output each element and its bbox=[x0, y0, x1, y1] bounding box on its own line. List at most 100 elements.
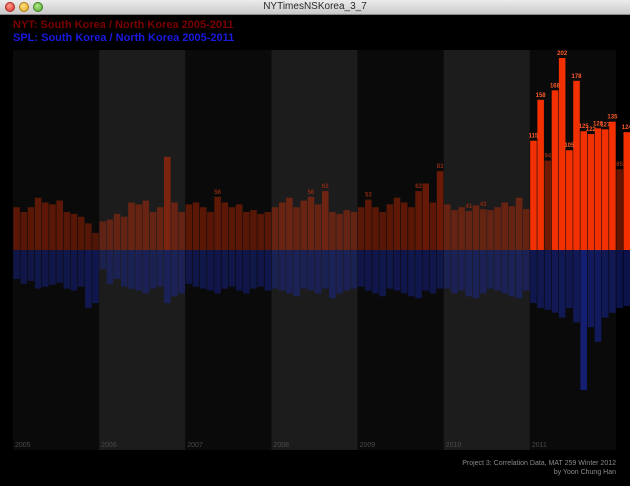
spl-bar[interactable] bbox=[264, 250, 272, 291]
nyt-bar[interactable] bbox=[264, 211, 272, 250]
spl-bar[interactable] bbox=[408, 250, 415, 297]
nyt-bar[interactable] bbox=[20, 211, 28, 250]
spl-bar[interactable] bbox=[365, 250, 372, 291]
spl-bar[interactable] bbox=[436, 250, 444, 289]
spl-bar[interactable] bbox=[587, 250, 595, 328]
spl-bar[interactable] bbox=[558, 250, 566, 318]
spl-bar[interactable] bbox=[34, 250, 42, 289]
spl-bar[interactable] bbox=[56, 250, 63, 283]
nyt-bar[interactable] bbox=[192, 202, 200, 250]
window-titlebar[interactable]: NYTimesNSKorea_3_7 bbox=[0, 0, 630, 15]
nyt-bar[interactable] bbox=[13, 207, 20, 250]
nyt-bar[interactable] bbox=[594, 128, 602, 250]
spl-bar[interactable] bbox=[128, 250, 135, 289]
spl-bar[interactable] bbox=[522, 250, 530, 291]
nyt-bar[interactable] bbox=[42, 202, 49, 250]
spl-bar[interactable] bbox=[314, 250, 322, 294]
nyt-bar[interactable] bbox=[106, 219, 114, 250]
nyt-bar[interactable] bbox=[250, 210, 257, 250]
spl-bar[interactable] bbox=[106, 250, 114, 284]
nyt-bar[interactable] bbox=[386, 204, 394, 250]
spl-bar[interactable] bbox=[544, 250, 552, 310]
nyt-bar[interactable] bbox=[207, 211, 214, 250]
spl-bar[interactable] bbox=[49, 250, 56, 285]
nyt-bar[interactable] bbox=[422, 183, 430, 250]
spl-bar[interactable] bbox=[357, 250, 365, 287]
nyt-bar[interactable] bbox=[408, 207, 415, 250]
nyt-bar[interactable] bbox=[214, 196, 221, 250]
nyt-bar[interactable] bbox=[77, 216, 85, 250]
nyt-bar[interactable] bbox=[271, 207, 279, 250]
nyt-bar[interactable] bbox=[465, 211, 473, 250]
nyt-bar[interactable] bbox=[149, 211, 157, 250]
spl-bar[interactable] bbox=[300, 250, 308, 289]
nyt-bar[interactable] bbox=[135, 204, 142, 250]
spl-bar[interactable] bbox=[386, 250, 394, 289]
nyt-bar[interactable] bbox=[113, 213, 121, 250]
spl-bar[interactable] bbox=[623, 250, 630, 306]
spl-bar[interactable] bbox=[372, 250, 379, 294]
nyt-bar[interactable] bbox=[530, 140, 537, 250]
spl-bar[interactable] bbox=[257, 250, 264, 287]
nyt-bar[interactable] bbox=[199, 207, 207, 250]
spl-bar[interactable] bbox=[92, 250, 99, 304]
spl-bar[interactable] bbox=[99, 250, 107, 270]
spl-bar[interactable] bbox=[444, 250, 451, 289]
spl-bar[interactable] bbox=[329, 250, 336, 299]
nyt-bar[interactable] bbox=[49, 204, 56, 250]
nyt-bar[interactable] bbox=[372, 207, 379, 250]
nyt-bar[interactable] bbox=[278, 202, 286, 250]
nyt-bar[interactable] bbox=[99, 221, 107, 250]
spl-bar[interactable] bbox=[199, 250, 207, 289]
spl-bar[interactable] bbox=[429, 250, 437, 294]
nyt-bar[interactable] bbox=[336, 213, 343, 250]
spl-bar[interactable] bbox=[113, 250, 121, 279]
nyt-bar[interactable] bbox=[537, 99, 544, 251]
nyt-bar[interactable] bbox=[487, 210, 494, 250]
nyt-bar[interactable] bbox=[601, 129, 609, 250]
spl-bar[interactable] bbox=[307, 250, 315, 291]
spl-bar[interactable] bbox=[77, 250, 85, 287]
spl-bar[interactable] bbox=[214, 250, 221, 294]
spl-bar[interactable] bbox=[472, 250, 480, 299]
nyt-bar[interactable] bbox=[566, 150, 573, 250]
nyt-bar[interactable] bbox=[92, 232, 99, 250]
nyt-bar[interactable] bbox=[228, 207, 236, 250]
spl-bar[interactable] bbox=[479, 250, 487, 294]
nyt-bar[interactable] bbox=[393, 197, 401, 250]
nyt-bar[interactable] bbox=[120, 216, 128, 250]
spl-bar[interactable] bbox=[156, 250, 164, 287]
nyt-bar[interactable] bbox=[400, 202, 408, 250]
nyt-bar[interactable] bbox=[515, 197, 523, 250]
nyt-bar[interactable] bbox=[343, 210, 351, 250]
spl-bar[interactable] bbox=[494, 250, 501, 291]
spl-bar[interactable] bbox=[20, 250, 28, 284]
nyt-bar[interactable] bbox=[164, 156, 171, 250]
spl-bar[interactable] bbox=[27, 250, 35, 281]
nyt-bar[interactable] bbox=[451, 210, 458, 250]
nyt-bar[interactable] bbox=[472, 205, 480, 250]
spl-bar[interactable] bbox=[271, 250, 279, 289]
spl-bar[interactable] bbox=[135, 250, 142, 291]
nyt-bar[interactable] bbox=[365, 199, 372, 250]
spl-bar[interactable] bbox=[293, 250, 300, 297]
nyt-bar[interactable] bbox=[494, 207, 501, 250]
spl-bar[interactable] bbox=[278, 250, 286, 291]
nyt-bar[interactable] bbox=[350, 211, 358, 250]
nyt-bar[interactable] bbox=[458, 207, 465, 250]
spl-bar[interactable] bbox=[171, 250, 178, 297]
spl-bar[interactable] bbox=[458, 250, 465, 291]
spl-bar[interactable] bbox=[487, 250, 494, 289]
nyt-bar[interactable] bbox=[70, 213, 78, 250]
spl-bar[interactable] bbox=[228, 250, 236, 287]
nyt-bar[interactable] bbox=[243, 211, 250, 250]
spl-bar[interactable] bbox=[601, 250, 609, 318]
spl-bar[interactable] bbox=[616, 250, 623, 308]
nyt-bar[interactable] bbox=[56, 200, 63, 250]
spl-bar[interactable] bbox=[336, 250, 343, 294]
spl-bar[interactable] bbox=[235, 250, 243, 291]
nyt-bar[interactable] bbox=[415, 191, 422, 250]
nyt-bar[interactable] bbox=[616, 169, 623, 250]
spl-bar[interactable] bbox=[250, 250, 257, 289]
spl-bar[interactable] bbox=[350, 250, 358, 289]
